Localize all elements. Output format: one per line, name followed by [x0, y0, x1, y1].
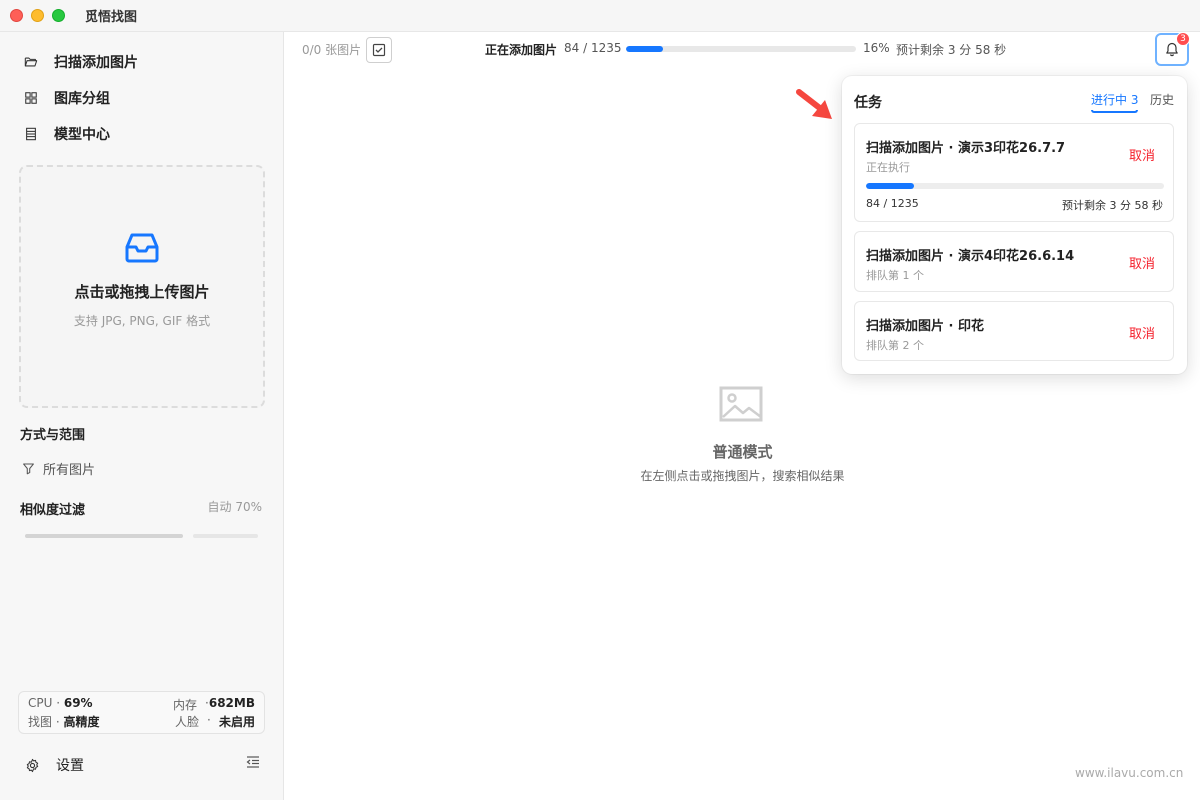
nav-model-center[interactable]: 模型中心: [24, 124, 110, 144]
upload-title: 点击或拖拽上传图片: [74, 283, 210, 301]
scope-section-title: 方式与范围: [20, 428, 86, 443]
nav-label: 扫描添加图片: [54, 55, 138, 71]
face-stat-value: 未启用: [219, 713, 255, 730]
settings-label: 设置: [56, 758, 84, 774]
grid-icon: [25, 92, 37, 104]
notification-badge: 3: [1176, 32, 1190, 46]
search-mode-value: 高精度: [63, 715, 100, 729]
mem-label: 内存: [173, 698, 198, 712]
empty-state-subtitle: 在左侧点击或拖拽图片，搜索相似结果: [640, 469, 845, 483]
task-panel: 任务 进行中 3 历史 扫描添加图片 · 演示3印花26.7.7 正在执行 取消…: [842, 76, 1187, 374]
close-window-button[interactable]: [10, 9, 23, 22]
adding-eta: 预计剩余 3 分 58 秒: [896, 43, 1007, 57]
cpu-label: CPU ·: [28, 696, 61, 710]
settings-button[interactable]: 设置: [25, 755, 84, 775]
gear-icon: [26, 758, 39, 772]
cancel-task-button[interactable]: 取消: [1129, 253, 1155, 272]
task-card: 扫描添加图片 · 演示3印花26.7.7 正在执行 取消 84 / 1235 预…: [854, 123, 1174, 222]
pointer-arrow-icon: [796, 89, 832, 119]
mem-stat-label: 内存: [173, 696, 197, 713]
cancel-task-button[interactable]: 取消: [1129, 323, 1155, 342]
bell-icon: [1166, 42, 1178, 57]
nav-gallery-groups[interactable]: 图库分组: [24, 88, 110, 108]
task-name: 扫描添加图片 · 印花: [866, 319, 984, 334]
scope-filter-label: 所有图片: [43, 463, 96, 478]
scope-filter[interactable]: 所有图片: [22, 459, 95, 478]
similarity-slider-rest[interactable]: [193, 534, 258, 538]
upload-dropzone[interactable]: 点击或拖拽上传图片 支持 JPG, PNG, GIF 格式: [19, 165, 265, 408]
select-all-button[interactable]: [366, 37, 392, 63]
nav-scan-add-images[interactable]: 扫描添加图片: [24, 52, 138, 72]
face-sep: ·: [207, 713, 211, 727]
task-name: 扫描添加图片 · 演示3印花26.7.7: [866, 141, 1066, 156]
mem-stat-value: 682MB: [209, 696, 255, 710]
collapse-sidebar-button[interactable]: [246, 756, 260, 772]
similarity-section-title: 相似度过滤: [20, 503, 86, 518]
window-controls: [10, 9, 65, 22]
folder-open-icon: [24, 57, 38, 67]
task-name: 扫描添加图片 · 演示4印花26.6.14: [866, 249, 1075, 264]
tab-history[interactable]: 历史: [1150, 91, 1174, 108]
face-stat-label: 人脸: [175, 713, 199, 730]
task-eta: 预计剩余 3 分 58 秒: [1062, 199, 1163, 212]
cpu-value: 69%: [63, 696, 93, 710]
search-stat: 找图 · 高精度: [28, 713, 99, 730]
task-status: 排队第 2 个: [866, 339, 924, 352]
task-progress-fill: [866, 183, 914, 189]
cpu-stat: CPU · 69%: [28, 696, 93, 710]
nav-label: 模型中心: [54, 127, 110, 143]
collapse-sidebar-icon: [246, 756, 259, 768]
inbox-icon: [125, 233, 159, 263]
task-card: 扫描添加图片 · 演示4印花26.6.14 排队第 1 个 取消: [854, 231, 1174, 292]
task-card: 扫描添加图片 · 印花 排队第 2 个 取消: [854, 301, 1174, 361]
mem-value: 682MB: [208, 696, 255, 710]
watermark: www.ilavu.com.cn: [1075, 766, 1184, 780]
adding-status-label: 正在添加图片: [485, 43, 558, 57]
empty-state-title: 普通模式: [712, 443, 773, 461]
sidebar: 扫描添加图片 图库分组 模型中心 点击或拖拽上传图片 支持 JPG, PNG, …: [0, 32, 284, 800]
model-list-icon: [26, 127, 36, 141]
task-panel-title: 任务: [854, 95, 882, 111]
task-status: 排队第 1 个: [866, 269, 924, 282]
minimize-window-button[interactable]: [31, 9, 44, 22]
checkbox-icon: [372, 43, 386, 57]
similarity-slider-track[interactable]: [25, 534, 183, 538]
tab-in-progress-indicator: [1091, 110, 1138, 113]
face-value: 未启用: [218, 715, 255, 729]
system-stats: CPU · 69% 内存 · 682MB 找图 · 高精度 人脸 · 未启用: [18, 691, 265, 734]
face-label: 人脸: [175, 715, 200, 729]
nav-label: 图库分组: [54, 91, 110, 107]
task-status: 正在执行: [866, 161, 910, 174]
task-progress-bar: [866, 183, 1164, 189]
upload-subtitle: 支持 JPG, PNG, GIF 格式: [73, 314, 211, 328]
image-count: 0/0 张图片: [302, 43, 362, 57]
maximize-window-button[interactable]: [52, 9, 65, 22]
tab-in-progress[interactable]: 进行中 3: [1091, 91, 1138, 112]
app-title: 觅悟找图: [85, 10, 138, 25]
filter-icon: [23, 463, 34, 475]
similarity-value: 自动 70%: [207, 500, 263, 514]
task-count: 84 / 1235: [866, 197, 919, 210]
cancel-task-button[interactable]: 取消: [1129, 145, 1155, 164]
search-mode-label: 找图 ·: [28, 715, 60, 729]
